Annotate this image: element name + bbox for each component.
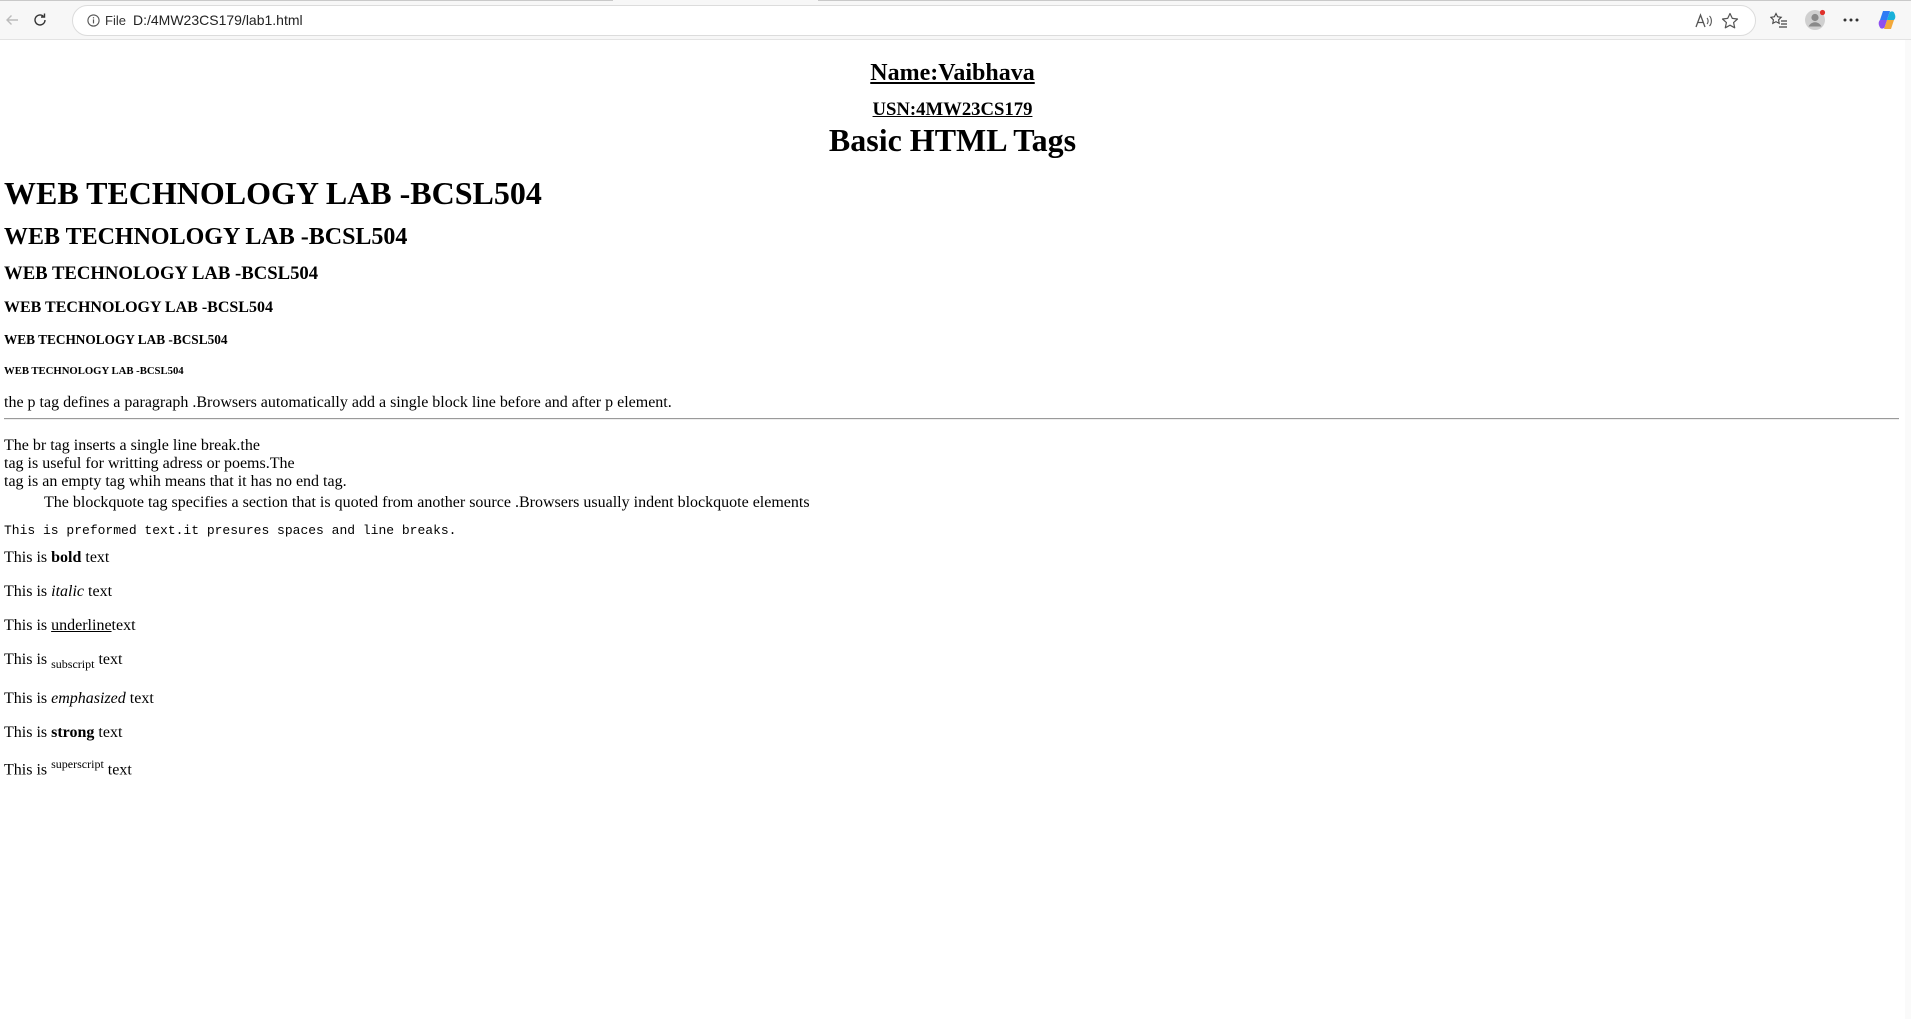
avatar-icon [1805, 9, 1826, 30]
br-line: tag is an empty tag whih means that it h… [4, 473, 347, 490]
example-suffix: text [98, 651, 123, 668]
tab-strip-edge [0, 0, 613, 1]
copilot-button[interactable] [1873, 6, 1901, 34]
heading-h2: WEB TECHNOLOGY LAB -BCSL504 [4, 224, 408, 250]
example-prefix: This is [4, 583, 48, 600]
example-prefix: This is [4, 549, 48, 566]
underline-text: underline [51, 617, 112, 634]
student-usn-heading: USN:4MW23CS179 [872, 99, 1033, 120]
br-line: The br tag inserts a single line break.t… [4, 437, 260, 454]
site-info-button[interactable]: File [81, 10, 132, 31]
br-line: tag is useful for writting adress or poe… [4, 455, 295, 472]
favorites-button[interactable] [1765, 6, 1793, 34]
italic-example: This is italic text [4, 583, 112, 601]
address-bar[interactable]: File D:/4MW23CS179/lab1.html [72, 5, 1756, 36]
italic-text: italic [51, 583, 85, 600]
example-suffix: text [98, 724, 123, 741]
heading-h4: WEB TECHNOLOGY LAB -BCSL504 [4, 299, 273, 316]
favorites-list-icon [1770, 12, 1787, 28]
heading-h6: WEB TECHNOLOGY LAB -BCSL504 [4, 365, 184, 377]
emphasized-text: emphasized [51, 690, 126, 707]
example-prefix: This is [4, 724, 48, 741]
example-suffix: text [85, 549, 110, 566]
example-prefix: This is [4, 617, 48, 634]
example-suffix: text [129, 690, 154, 707]
strong-text: strong [51, 724, 95, 741]
page-content: Name:Vaibhava USN:4MW23CS179 Basic HTML … [0, 40, 1905, 1019]
back-button[interactable] [0, 6, 26, 34]
star-icon [1721, 12, 1739, 29]
example-prefix: This is [4, 761, 48, 779]
heading-h3: WEB TECHNOLOGY LAB -BCSL504 [4, 263, 319, 284]
br-text-block: The br tag inserts a single line break.t… [4, 437, 347, 491]
copilot-icon [1878, 11, 1896, 29]
heading-h5: WEB TECHNOLOGY LAB -BCSL504 [4, 332, 228, 347]
page-title: Basic HTML Tags [828, 122, 1077, 158]
underline-example: This is underlinetext [4, 617, 136, 635]
example-suffix: text [107, 761, 132, 779]
example-prefix: This is [4, 690, 48, 707]
subscript-example: This is subscript text [4, 651, 122, 672]
refresh-icon [34, 13, 46, 26]
emphasized-example: This is emphasized text [4, 690, 154, 708]
student-name-heading: Name:Vaibhava [870, 60, 1035, 86]
example-suffix: text [111, 617, 136, 634]
read-aloud-icon [1695, 13, 1712, 28]
read-aloud-button[interactable] [1693, 11, 1715, 31]
site-info-label: File [105, 13, 126, 28]
profile-button[interactable] [1801, 6, 1829, 34]
tab-strip-edge [818, 0, 1911, 1]
strong-example: This is strong text [4, 724, 122, 742]
url-text[interactable]: D:/4MW23CS179/lab1.html [133, 12, 303, 28]
paragraph-text: the p tag defines a paragraph .Browsers … [4, 394, 672, 411]
preformatted-text: This is preformed text.it presures space… [4, 523, 457, 538]
info-icon [87, 14, 100, 27]
blockquote-text: The blockquote tag specifies a section t… [44, 494, 810, 511]
subscript-text: subscript [51, 657, 95, 672]
back-arrow-icon [6, 15, 18, 25]
superscript-text: superscript [51, 757, 104, 771]
favorite-button[interactable] [1719, 11, 1741, 31]
bold-example: This is bold text [4, 549, 109, 567]
refresh-button[interactable] [26, 6, 54, 34]
example-prefix: This is [4, 651, 48, 668]
settings-more-button[interactable] [1837, 6, 1865, 34]
superscript-example: This is superscript text [4, 757, 132, 779]
vertical-scrollbar[interactable] [1905, 40, 1911, 1019]
horizontal-rule [4, 418, 1899, 420]
browser-toolbar: File D:/4MW23CS179/lab1.html [0, 0, 1911, 40]
more-horizontal-icon [1843, 18, 1859, 22]
bold-text: bold [51, 549, 82, 566]
heading-h1: WEB TECHNOLOGY LAB -BCSL504 [4, 175, 542, 211]
example-suffix: text [88, 583, 113, 600]
